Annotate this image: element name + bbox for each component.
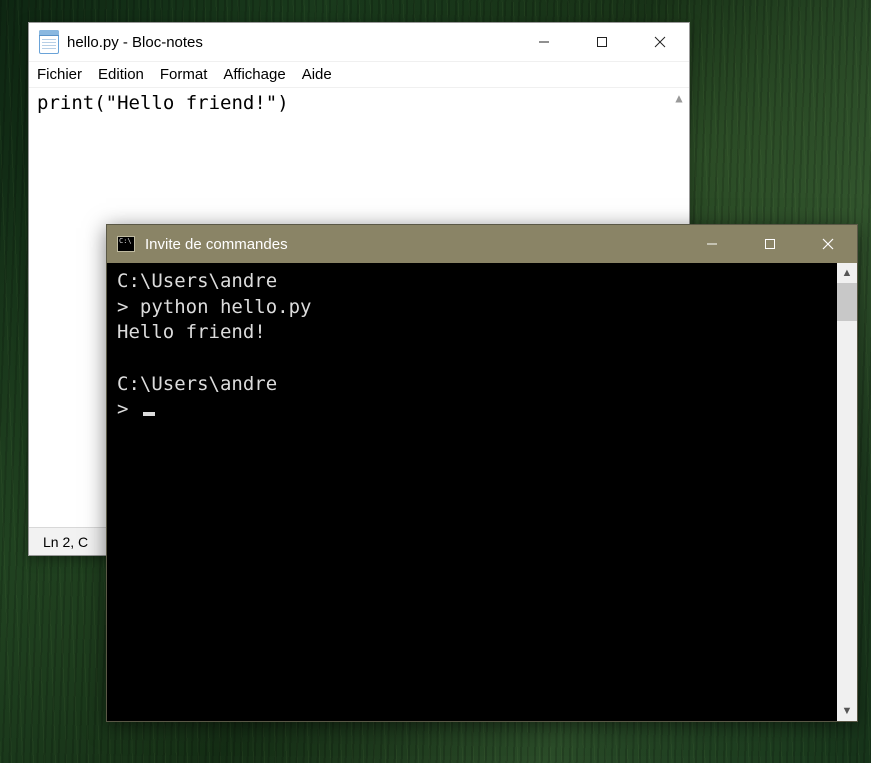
close-button[interactable]	[799, 225, 857, 263]
command-prompt-window: Invite de commandes C:\Users\andre > pyt…	[106, 224, 858, 722]
scroll-track[interactable]	[837, 283, 857, 701]
notepad-title: hello.py - Bloc-notes	[67, 34, 203, 51]
cmd-line: C:\Users\andre	[117, 270, 277, 292]
scroll-up-icon[interactable]: ▲	[837, 263, 857, 283]
minimize-button[interactable]	[515, 23, 573, 61]
maximize-button[interactable]	[573, 23, 631, 61]
scroll-down-icon[interactable]: ▼	[837, 701, 857, 721]
cmd-scrollbar[interactable]: ▲ ▼	[837, 263, 857, 721]
notepad-window-controls	[515, 23, 689, 61]
scroll-up-arrow-icon[interactable]: ▲	[669, 88, 689, 108]
notepad-text: print("Hello friend!")	[37, 92, 289, 114]
menu-view[interactable]: Affichage	[223, 66, 285, 83]
close-button[interactable]	[631, 23, 689, 61]
cmd-titlebar[interactable]: Invite de commandes	[107, 225, 857, 263]
menu-file[interactable]: Fichier	[37, 66, 82, 83]
minimize-button[interactable]	[683, 225, 741, 263]
cmd-line: Hello friend!	[117, 321, 266, 343]
cmd-line: >	[117, 398, 140, 420]
menu-help[interactable]: Aide	[302, 66, 332, 83]
cmd-icon	[117, 236, 135, 252]
cmd-line: > python hello.py	[117, 296, 311, 318]
cmd-output[interactable]: C:\Users\andre > python hello.py Hello f…	[107, 263, 837, 721]
notepad-icon	[39, 30, 59, 54]
status-position: Ln 2, C	[43, 534, 88, 550]
cmd-body: C:\Users\andre > python hello.py Hello f…	[107, 263, 857, 721]
notepad-menubar: Fichier Edition Format Affichage Aide	[29, 61, 689, 87]
menu-format[interactable]: Format	[160, 66, 208, 83]
notepad-titlebar[interactable]: hello.py - Bloc-notes	[29, 23, 689, 61]
cmd-cursor	[143, 412, 155, 416]
cmd-window-controls	[683, 225, 857, 263]
menu-edit[interactable]: Edition	[98, 66, 144, 83]
maximize-button[interactable]	[741, 225, 799, 263]
scroll-thumb[interactable]	[837, 283, 857, 321]
cmd-title: Invite de commandes	[145, 236, 288, 253]
cmd-line: C:\Users\andre	[117, 373, 277, 395]
